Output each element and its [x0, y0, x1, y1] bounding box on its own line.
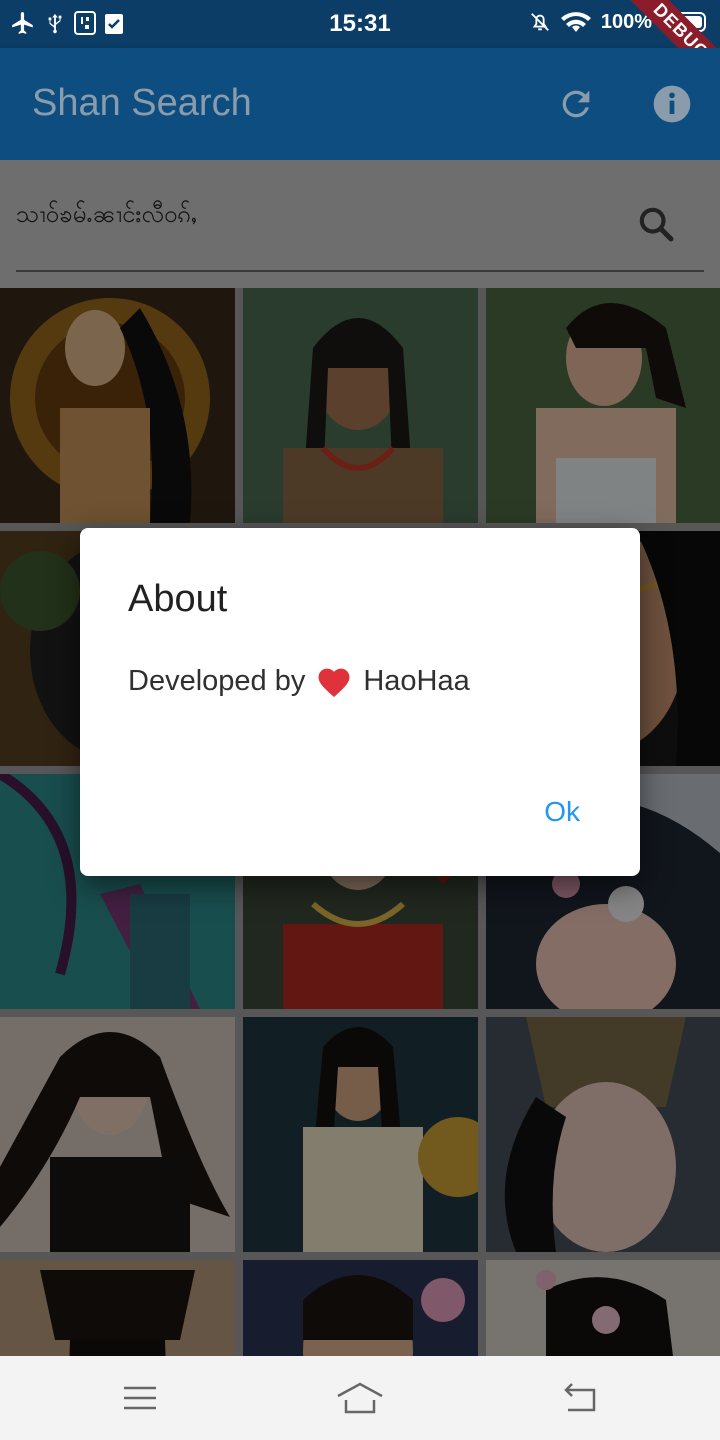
search-underline: [16, 270, 704, 272]
menu-icon[interactable]: [120, 1378, 160, 1418]
about-dialog: About Developed by HaoHaa Ok: [80, 528, 640, 876]
grid-image[interactable]: [0, 1017, 235, 1252]
search-bar: သၢဝ်ၶမ်ႉၼၢင်းလီဝၵ်ႇ: [0, 160, 720, 288]
grid-image[interactable]: [486, 1017, 720, 1252]
dialog-content: Developed by HaoHaa: [128, 664, 470, 698]
grid-image[interactable]: [486, 1260, 720, 1356]
grid-image[interactable]: [243, 288, 478, 523]
grid-image[interactable]: [243, 1017, 478, 1252]
grid-image[interactable]: [243, 1260, 478, 1356]
grid-image[interactable]: [0, 1260, 235, 1356]
dialog-title: About: [128, 578, 228, 620]
notifications-off-icon: [530, 13, 549, 31]
search-icon[interactable]: [636, 204, 676, 244]
dialog-content-suffix: HaoHaa: [363, 664, 470, 697]
search-input[interactable]: သၢဝ်ၶမ်ႉၼၢင်းလီဝၵ်ႇ: [16, 198, 616, 238]
grid-image[interactable]: [486, 288, 720, 523]
grid-image[interactable]: [0, 288, 235, 523]
heart-icon: [318, 668, 350, 697]
back-icon[interactable]: [560, 1378, 600, 1418]
info-icon[interactable]: [652, 84, 692, 124]
status-bar: 15:31 100% DEBUG: [0, 0, 720, 99]
app-bar: Shan Search: [0, 48, 720, 160]
dialog-content-prefix: Developed by: [128, 664, 306, 697]
home-icon[interactable]: [334, 1378, 386, 1418]
refresh-icon[interactable]: [556, 84, 596, 124]
ok-button[interactable]: Ok: [544, 796, 580, 828]
app-title: Shan Search: [32, 82, 252, 124]
navigation-bar: [0, 1356, 720, 1440]
wifi-icon: [560, 12, 591, 32]
